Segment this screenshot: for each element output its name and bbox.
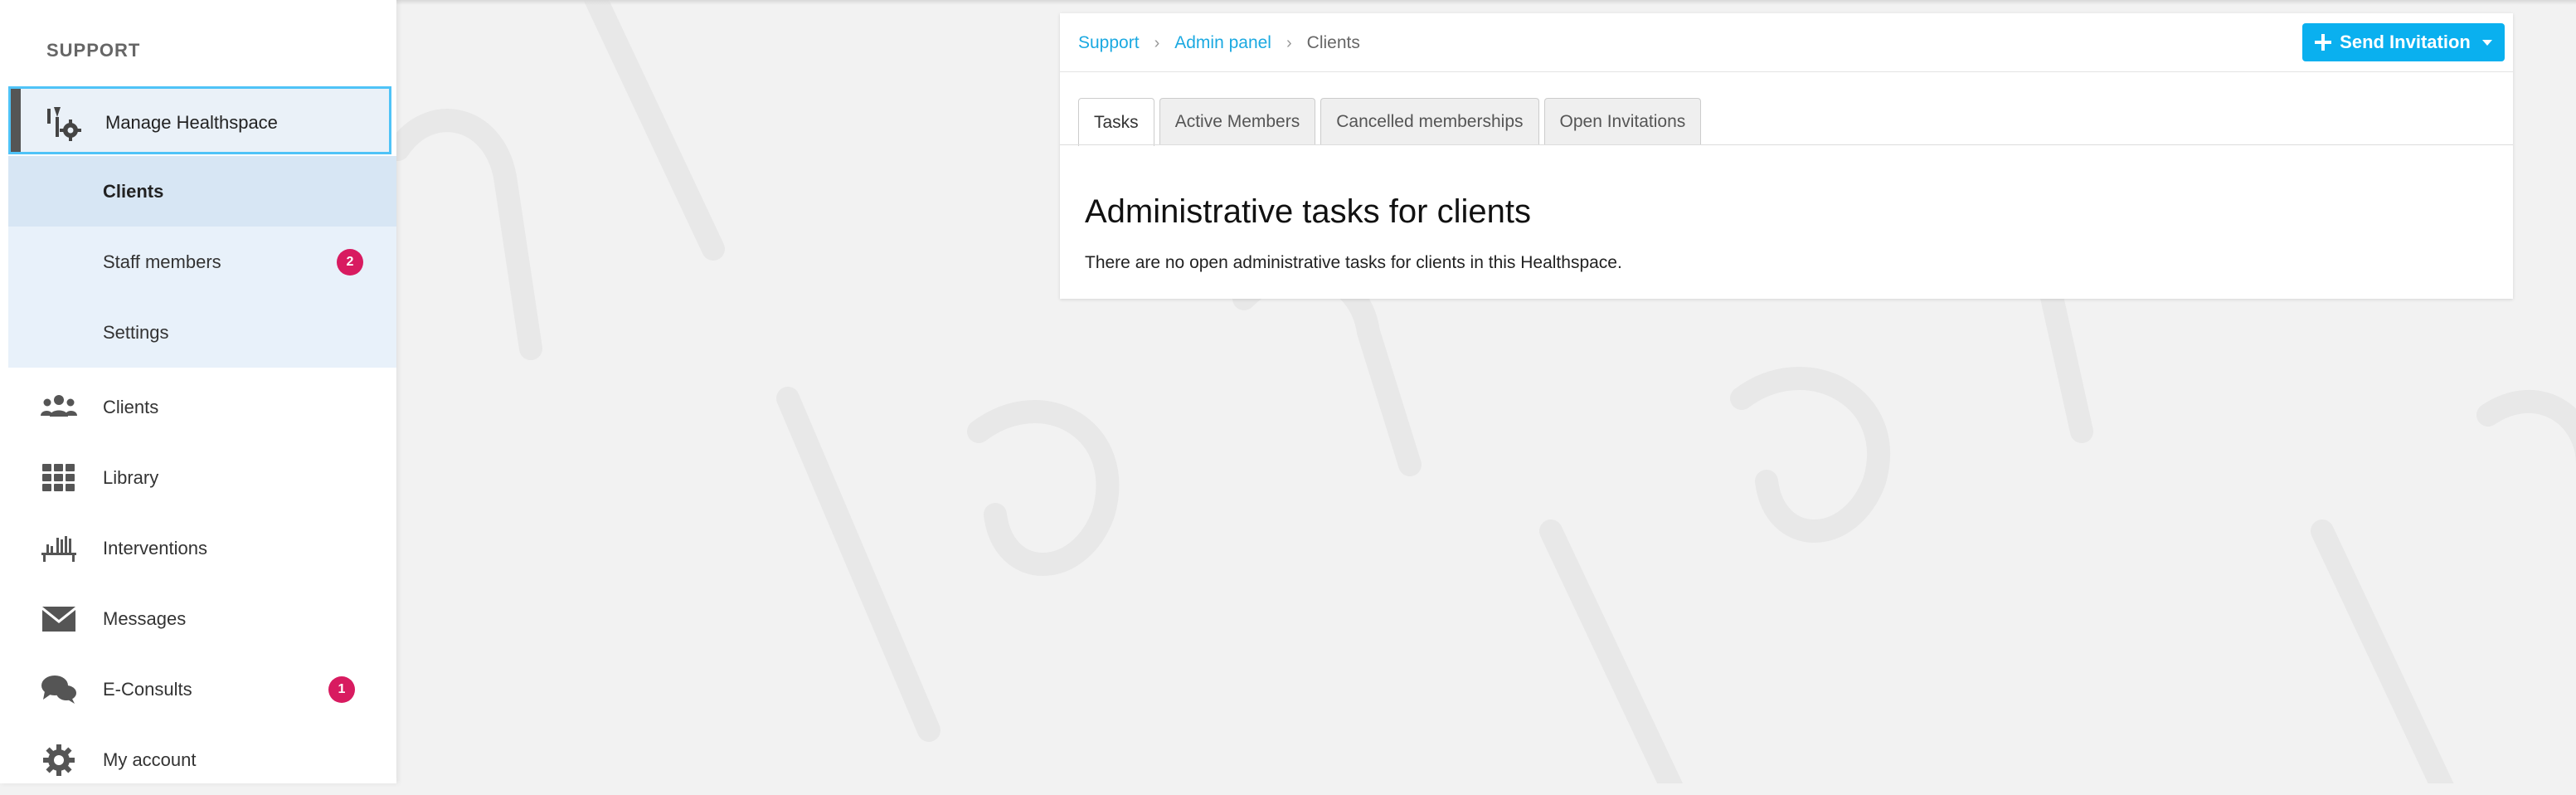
card-header: Support › Admin panel › Clients Send Inv… [1060,13,2513,72]
breadcrumb-link-admin-panel[interactable]: Admin panel [1174,33,1271,53]
caret-down-icon [2481,39,2492,46]
subnav-item-settings[interactable]: Settings [8,297,396,368]
sidebar-item-clients[interactable]: Clients [0,372,396,442]
sidebar-item-e-consults[interactable]: E-Consults 1 [0,654,396,724]
sidebar-item-label: Clients [103,396,159,417]
sidebar-subnav: Clients Staff members 2 Settings [8,156,396,368]
sidebar-item-my-account[interactable]: My account [0,724,396,795]
chat-icon [40,671,78,709]
tab-open-invitations[interactable]: Open Invitations [1543,98,1702,144]
sidebar-item-label: Manage Healthspace [105,112,278,133]
grid-icon [40,459,78,497]
tab-bar: Tasks Active Members Cancelled membershi… [1078,98,1702,146]
subnav-item-staff-members[interactable]: Staff members 2 [8,227,396,297]
sidebar-main-nav: Clients Library Interventions Messages E… [0,372,396,795]
sidebar-heading: SUPPORT [46,40,141,61]
sidebar-item-interventions[interactable]: Interventions [0,513,396,583]
send-invitation-label: Send Invitation [2340,32,2471,52]
tab-cancelled-memberships[interactable]: Cancelled memberships [1320,98,1539,144]
tab-tasks[interactable]: Tasks [1078,98,1154,146]
interventions-icon [40,529,78,568]
gear-icon [40,741,78,779]
page-title: Administrative tasks for clients [1085,193,1531,230]
active-indicator [11,89,21,152]
tab-active-members[interactable]: Active Members [1159,98,1316,144]
breadcrumb-current: Clients [1306,33,1360,52]
subnav-item-label: Settings [103,321,169,343]
sidebar-item-label: My account [103,749,197,770]
subnav-item-label: Clients [103,180,164,202]
subnav-item-label: Staff members [103,251,221,272]
breadcrumb-link-support[interactable]: Support [1078,33,1140,53]
send-invitation-button[interactable]: Send Invitation [2302,23,2505,61]
sidebar-item-label: Interventions [103,537,207,558]
breadcrumb-separator-icon: › [1286,33,1292,52]
empty-state-text: There are no open administrative tasks f… [1085,253,1622,272]
sidebar: SUPPORT Manage Healthspace Clients Staff… [0,0,396,783]
sidebar-item-library[interactable]: Library [0,442,396,513]
breadcrumb: Support › Admin panel › Clients [1078,33,1360,53]
sidebar-item-label: Library [103,466,159,488]
sidebar-item-manage-healthspace[interactable]: Manage Healthspace [8,86,391,154]
plus-icon [2315,34,2332,51]
manage-healthspace-icon [47,107,81,141]
top-shadow [396,0,2576,5]
sidebar-item-label: E-Consults [103,678,192,700]
breadcrumb-separator-icon: › [1154,33,1160,52]
sidebar-item-label: Messages [103,607,187,629]
sidebar-item-messages[interactable]: Messages [0,583,396,654]
admin-card: Support › Admin panel › Clients Send Inv… [1060,13,2513,299]
subnav-item-clients[interactable]: Clients [8,156,396,227]
envelope-icon [40,600,78,638]
users-icon [40,388,78,427]
tab-divider [1060,144,2513,145]
staff-members-badge: 2 [337,248,363,276]
e-consults-badge: 1 [328,676,355,703]
